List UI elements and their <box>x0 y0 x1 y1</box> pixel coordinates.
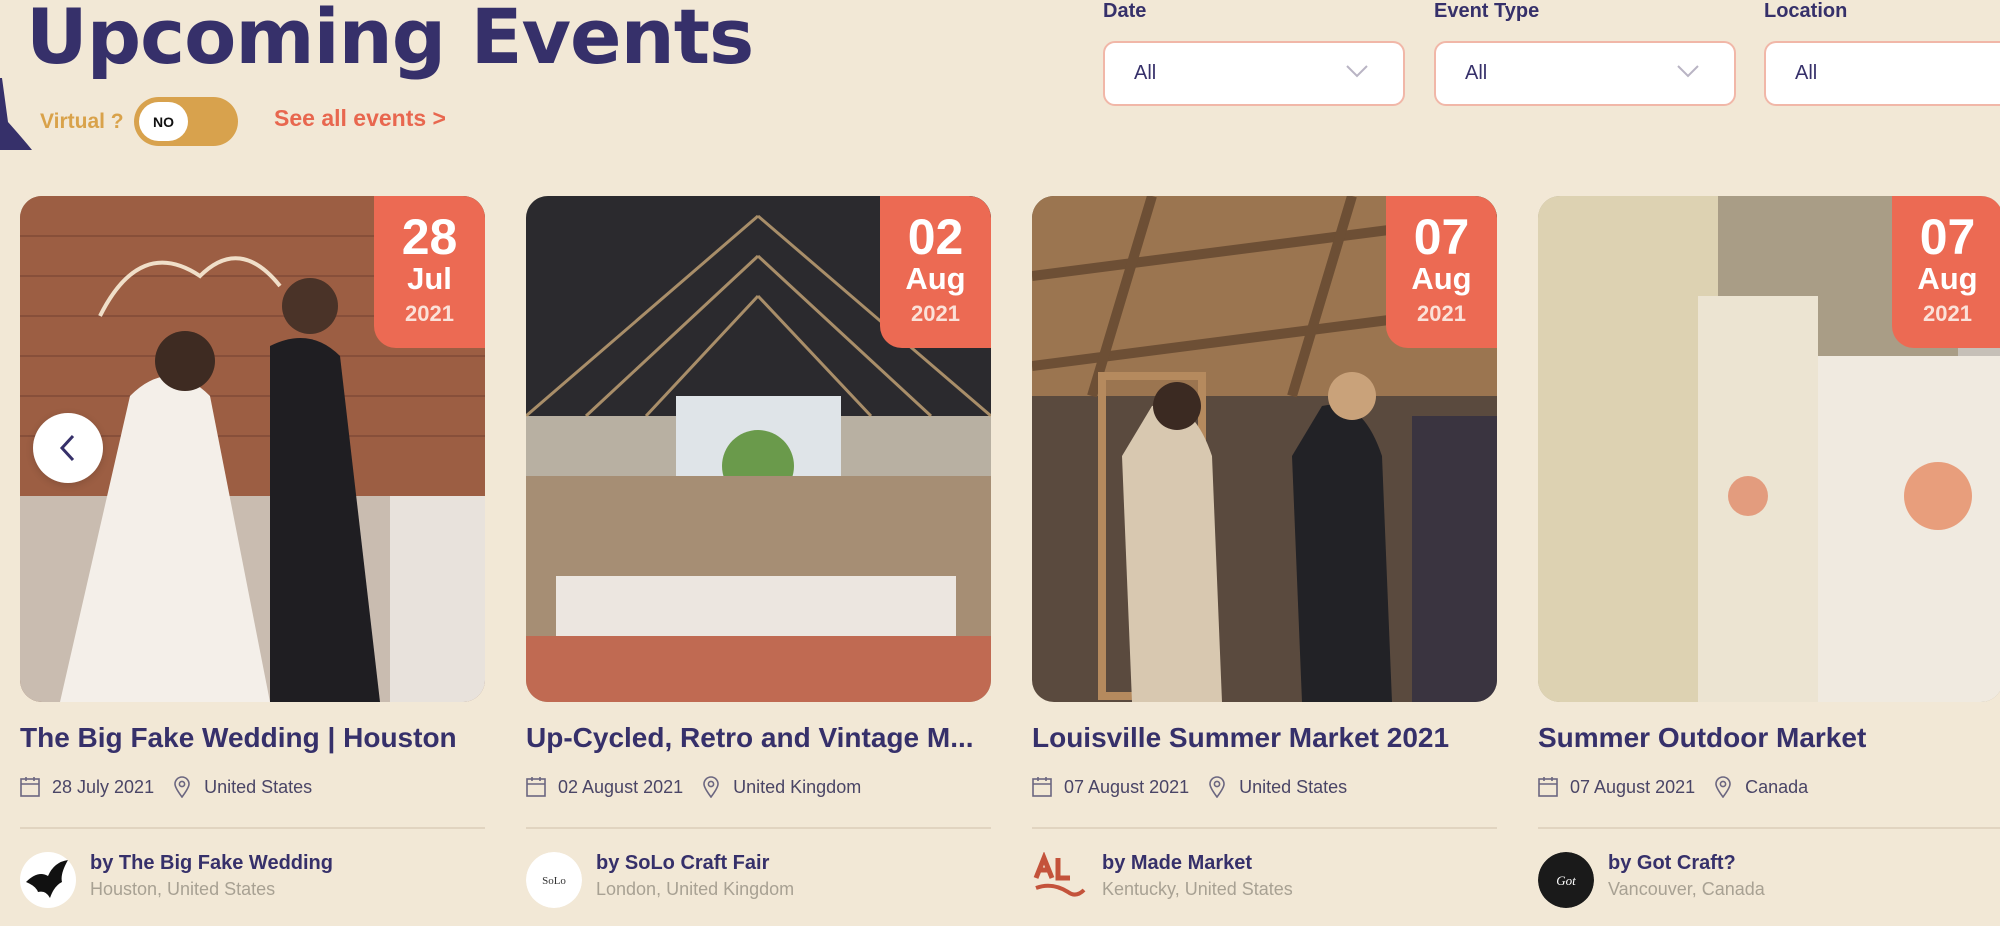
badge-year: 2021 <box>911 301 960 326</box>
organizer-name[interactable]: by The Big Fake Wedding <box>90 852 333 875</box>
carousel-prev-button[interactable] <box>33 413 103 483</box>
badge-year: 2021 <box>1923 301 1972 326</box>
location-filter-value: All <box>1795 62 1818 84</box>
badge-year: 2021 <box>1417 301 1466 326</box>
map-pin-icon <box>1209 776 1225 798</box>
event-date: 28 July 2021 <box>52 776 155 797</box>
event-meta: 28 July 2021 United States <box>20 774 312 800</box>
calendar-icon <box>526 777 546 797</box>
event-image[interactable]: 07 Aug 2021 <box>1538 196 2000 702</box>
divider <box>1538 827 2000 829</box>
event-meta: 07 August 2021 Canada <box>1538 774 1808 800</box>
calendar-icon <box>1032 777 1052 797</box>
page-title: Upcoming Events <box>26 0 754 81</box>
divider <box>1032 827 1497 829</box>
location-filter-select[interactable]: All <box>1764 41 2000 106</box>
chevron-down-icon <box>1346 65 1368 78</box>
organizer-location: Vancouver, Canada <box>1608 879 1765 899</box>
date-badge: 07 Aug 2021 <box>1892 196 2000 348</box>
see-all-events-link[interactable]: See all events > <box>274 105 446 132</box>
event-country: Canada <box>1745 776 1809 797</box>
organizer-logo: SoLo <box>526 852 582 908</box>
date-filter-value: All <box>1134 62 1157 84</box>
event-date: 07 August 2021 <box>1570 776 1696 797</box>
event-card[interactable]: 07 Aug 2021 Louisville Summer Market 202… <box>1032 196 1497 908</box>
organizer-name[interactable]: by Made Market <box>1102 852 1252 875</box>
badge-month: Aug <box>1917 261 1978 296</box>
organizer-location: Kentucky, United States <box>1102 879 1293 899</box>
organizer-location: Houston, United States <box>90 879 276 899</box>
calendar-icon <box>20 777 40 797</box>
date-filter-select[interactable]: All <box>1103 41 1405 106</box>
date-badge: 02 Aug 2021 <box>880 196 991 348</box>
event-title[interactable]: Summer Outdoor Market <box>1538 722 2000 754</box>
date-badge: 07 Aug 2021 <box>1386 196 1497 348</box>
decorative-shape <box>0 78 32 150</box>
event-type-filter-select[interactable]: All <box>1434 41 1736 106</box>
event-date: 02 August 2021 <box>558 776 684 797</box>
badge-year: 2021 <box>405 301 454 326</box>
event-country: United States <box>1239 776 1348 797</box>
organizer-name[interactable]: by SoLo Craft Fair <box>596 852 769 875</box>
date-filter-label: Date <box>1103 0 1147 22</box>
badge-month: Aug <box>1411 261 1472 296</box>
event-country: United States <box>204 776 313 797</box>
event-type-filter-label: Event Type <box>1434 0 1540 22</box>
date-badge: 28 Jul 2021 <box>374 196 485 348</box>
badge-day: 28 <box>401 209 458 265</box>
map-pin-icon <box>703 776 719 798</box>
badge-month: Jul <box>407 261 452 296</box>
organizer-location: London, United Kingdom <box>596 879 795 899</box>
badge-month: Aug <box>905 261 966 296</box>
svg-text:SoLo: SoLo <box>542 875 566 887</box>
badge-day: 02 <box>907 209 964 265</box>
map-pin-icon <box>174 776 190 798</box>
event-image[interactable]: 07 Aug 2021 <box>1032 196 1497 702</box>
virtual-label: Virtual ? <box>40 110 124 133</box>
badge-day: 07 <box>1919 209 1976 265</box>
chevron-down-icon <box>1677 65 1699 78</box>
event-date: 07 August 2021 <box>1064 776 1190 797</box>
organizer-name[interactable]: by Got Craft? <box>1608 852 1736 875</box>
divider <box>20 827 485 829</box>
badge-day: 07 <box>1413 209 1470 265</box>
event-meta: 02 August 2021 United Kingdom <box>526 774 861 800</box>
organizer-logo: Got <box>1538 852 1594 908</box>
organizer-logo <box>20 852 76 908</box>
event-type-filter-value: All <box>1465 62 1488 84</box>
event-image[interactable]: 02 Aug 2021 <box>526 196 991 702</box>
event-title[interactable]: Louisville Summer Market 2021 <box>1032 722 1497 754</box>
chevron-left-icon <box>59 434 75 462</box>
event-title[interactable]: Up-Cycled, Retro and Vintage M... <box>526 722 991 754</box>
map-pin-icon <box>1715 776 1731 798</box>
organizer-logo <box>1032 852 1088 908</box>
toggle-knob: NO <box>139 102 188 141</box>
event-meta: 07 August 2021 United States <box>1032 774 1347 800</box>
svg-text:Got: Got <box>1556 873 1576 888</box>
event-card[interactable]: 02 Aug 2021 Up-Cycled, Retro and Vintage… <box>526 196 991 908</box>
divider <box>526 827 991 829</box>
event-country: United Kingdom <box>733 776 862 797</box>
calendar-icon <box>1538 777 1558 797</box>
virtual-toggle[interactable]: NO <box>134 97 238 146</box>
location-filter-label: Location <box>1764 0 1848 22</box>
event-title[interactable]: The Big Fake Wedding | Houston <box>20 722 485 754</box>
event-card[interactable]: 07 Aug 2021 Summer Outdoor Market 07 Aug… <box>1538 196 2000 908</box>
